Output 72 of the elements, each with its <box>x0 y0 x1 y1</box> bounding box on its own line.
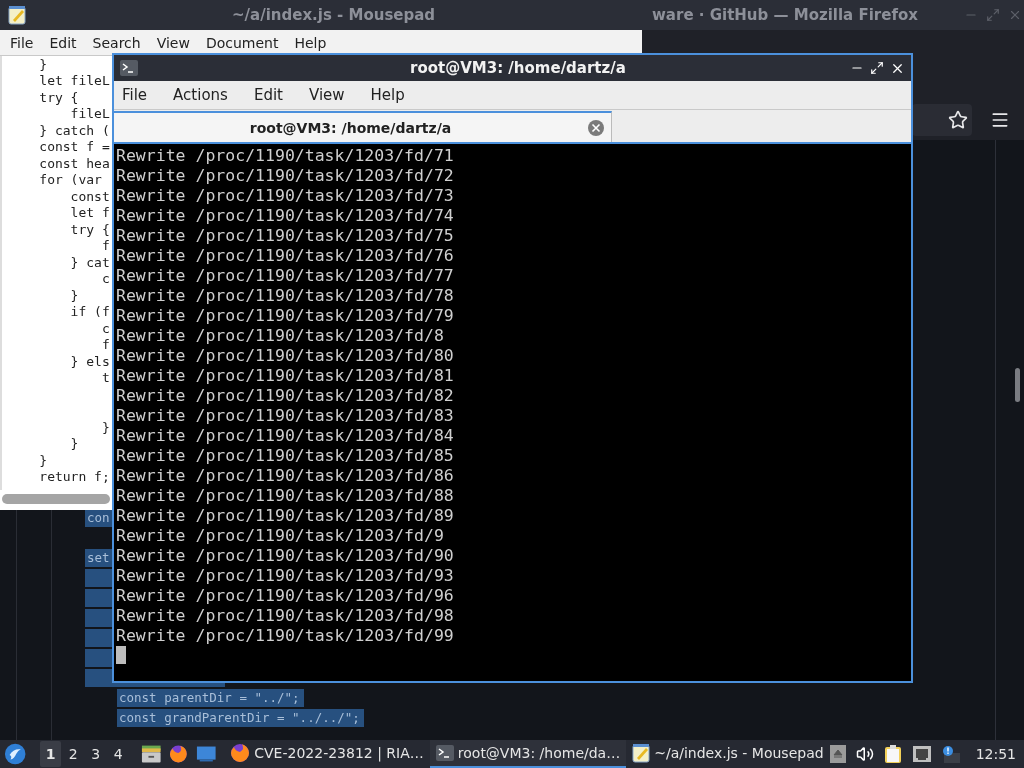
output-line: Rewrite /proc/1190/task/1203/fd/72 <box>116 165 454 185</box>
code-line: try { <box>38 89 79 105</box>
output-line: Rewrite /proc/1190/task/1203/fd/83 <box>116 405 454 425</box>
code-line: f <box>100 337 110 353</box>
workspace-button[interactable]: 3 <box>85 741 106 767</box>
output-line: Rewrite /proc/1190/task/1203/fd/79 <box>116 305 454 325</box>
code-line: fileL <box>69 106 110 122</box>
code-line: let fileL <box>38 73 110 89</box>
code-line: f <box>100 238 110 254</box>
output-line: Rewrite /proc/1190/task/1203/fd/74 <box>116 205 454 225</box>
code-line: const <box>69 188 110 204</box>
taskbar-task[interactable]: CVE-2022-23812 | RIA… <box>224 740 430 768</box>
output-line: Rewrite /proc/1190/task/1203/fd/90 <box>116 545 454 565</box>
menu-item[interactable]: View <box>156 34 190 51</box>
output-line: Rewrite /proc/1190/task/1203/fd/99 <box>116 625 454 645</box>
output-line: Rewrite /proc/1190/task/1203/fd/78 <box>116 285 454 305</box>
code-line: let f <box>69 205 110 221</box>
taskbar-task[interactable]: root@VM3: /home/da… <box>429 740 627 768</box>
menu-item[interactable]: Edit <box>253 86 283 104</box>
output-line: Rewrite /proc/1190/task/1203/fd/77 <box>116 265 454 285</box>
output-line: Rewrite /proc/1190/task/1203/fd/85 <box>116 445 454 465</box>
clock: 12:51 <box>975 746 1016 762</box>
code-line: c <box>100 271 110 287</box>
code-line: } <box>38 56 48 72</box>
code-line: for (var <box>38 172 102 188</box>
output-line: Rewrite /proc/1190/task/1203/fd/89 <box>116 505 454 525</box>
code-line: } <box>100 419 110 435</box>
menu-item[interactable]: Help <box>294 34 327 51</box>
menu-item[interactable]: Edit <box>49 34 77 51</box>
workspace-button[interactable]: 4 <box>108 741 129 767</box>
code-line: return f; <box>38 469 110 485</box>
code-line: } <box>69 287 79 303</box>
output-line: Rewrite /proc/1190/task/1203/fd/76 <box>116 245 454 265</box>
output-line: Rewrite /proc/1190/task/1203/fd/82 <box>116 385 454 405</box>
window-title: root@VM3: /home/dartz/a <box>410 59 626 77</box>
code-line: t <box>100 370 110 386</box>
workspace-button[interactable]: 1 <box>40 741 61 767</box>
window-title: ~/a/index.js - Mousepad <box>232 6 436 24</box>
code-line: const hea <box>38 155 110 171</box>
code-line: try { <box>69 221 110 237</box>
code-line: const f = <box>38 139 110 155</box>
menu-item[interactable]: Search <box>92 34 141 51</box>
taskbar-task[interactable]: ~/a/index.js - Mousepad <box>626 740 830 768</box>
menu-item[interactable]: File <box>10 34 34 51</box>
menu-item[interactable]: File <box>122 86 148 104</box>
output-line: Rewrite /proc/1190/task/1203/fd/93 <box>116 565 454 585</box>
code-line: } catch ( <box>38 122 110 138</box>
window-title: ware · GitHub — Mozilla Firefox <box>652 6 918 24</box>
code-line: } els <box>69 353 110 369</box>
output-line: Rewrite /proc/1190/task/1203/fd/73 <box>116 185 454 205</box>
output-line: Rewrite /proc/1190/task/1203/fd/96 <box>116 585 454 605</box>
output-line: Rewrite /proc/1190/task/1203/fd/80 <box>116 345 454 365</box>
code-line: } <box>69 436 79 452</box>
output-line: Rewrite /proc/1190/task/1203/fd/88 <box>116 485 454 505</box>
output-line: Rewrite /proc/1190/task/1203/fd/81 <box>116 365 454 385</box>
code-line: } cat <box>69 254 110 270</box>
output-line: Rewrite /proc/1190/task/1203/fd/71 <box>116 145 454 165</box>
output-line: Rewrite /proc/1190/task/1203/fd/9 <box>116 525 444 545</box>
menu-item[interactable]: Document <box>205 34 279 51</box>
terminal-tab[interactable]: root@VM3: /home/dartz/a <box>114 111 612 142</box>
code-line: c <box>100 320 110 336</box>
output-line: Rewrite /proc/1190/task/1203/fd/75 <box>116 225 454 245</box>
output-line: Rewrite /proc/1190/task/1203/fd/8 <box>116 325 444 345</box>
menu-item[interactable]: Help <box>370 86 405 104</box>
workspace-button[interactable]: 2 <box>62 741 84 767</box>
output-line: Rewrite /proc/1190/task/1203/fd/98 <box>116 605 454 625</box>
output-line: Rewrite /proc/1190/task/1203/fd/84 <box>116 425 454 445</box>
menu-item[interactable]: View <box>308 86 345 104</box>
code-line: if (f <box>69 304 110 320</box>
code-line: } <box>38 452 48 468</box>
menu-item[interactable]: Actions <box>173 86 228 104</box>
output-line: Rewrite /proc/1190/task/1203/fd/86 <box>116 465 454 485</box>
